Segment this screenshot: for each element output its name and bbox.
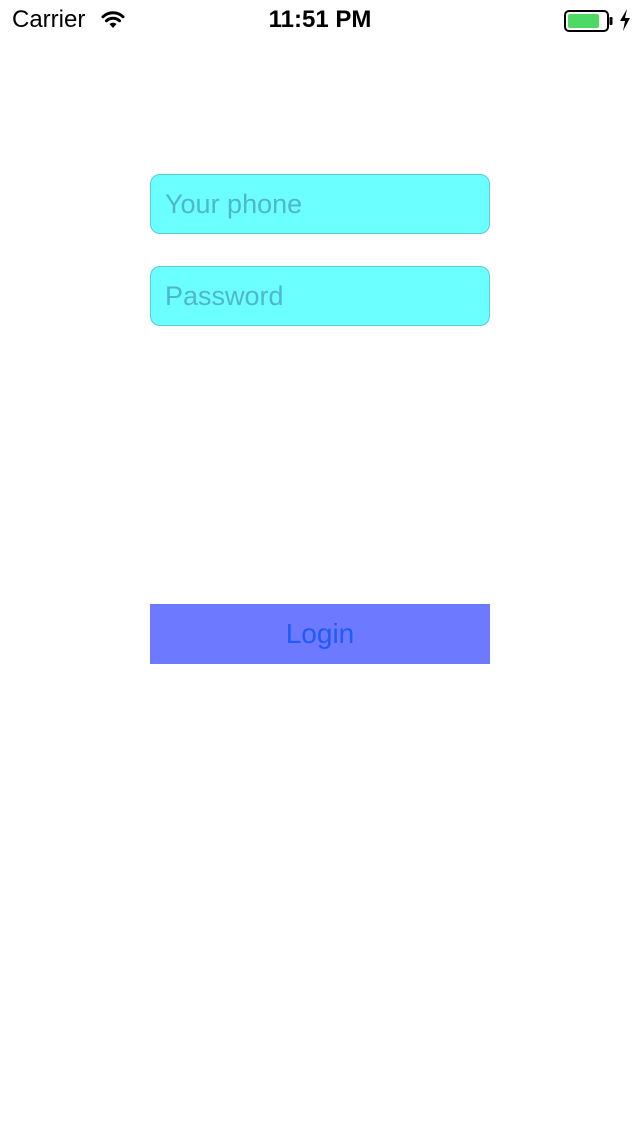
phone-input[interactable] <box>150 174 490 234</box>
charging-bolt-icon <box>620 9 630 31</box>
login-screen: Carrier 11:51 PM Login <box>0 0 640 1136</box>
status-bar: Carrier 11:51 PM <box>0 0 640 40</box>
password-input[interactable] <box>150 266 490 326</box>
login-button[interactable]: Login <box>150 604 490 664</box>
battery-icon <box>564 10 613 32</box>
status-time: 11:51 PM <box>268 6 372 33</box>
